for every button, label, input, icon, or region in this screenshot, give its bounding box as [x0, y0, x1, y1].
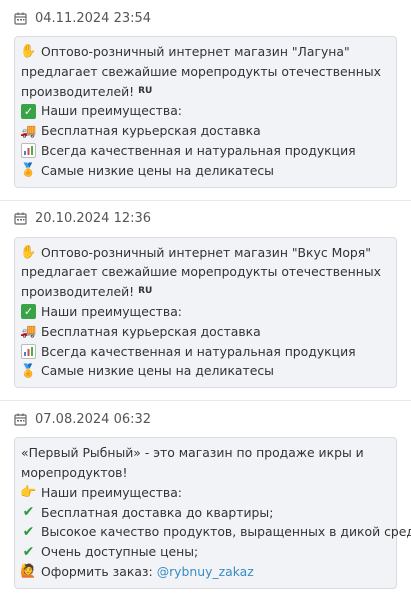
list-item: ✓ Наши преимущества: — [21, 101, 390, 121]
medal-icon: 🏅 — [20, 163, 37, 179]
list-item: 🙋 Оформить заказ: @rybnuy_zakaz — [20, 562, 390, 582]
list-item: Всегда качественная и натуральная продук… — [21, 342, 390, 362]
list-item: 🏅 Самые низкие цены на деликатесы — [20, 361, 390, 381]
waving-hand-icon: ✋ — [20, 44, 37, 60]
calendar-icon — [14, 212, 27, 225]
message-line: морепродуктов! — [21, 464, 128, 480]
post-header: 04.11.2024 23:54 — [14, 9, 397, 27]
check-mark-icon: ✔ — [22, 523, 35, 540]
check-mark-icon: ✔ — [22, 543, 35, 560]
post-header: 07.08.2024 06:32 — [14, 410, 397, 428]
list-item-text: Высокое качество продуктов, выращенных в… — [41, 524, 411, 540]
list-item-text: Всегда качественная и натуральная продук… — [41, 343, 356, 359]
message-text: Оптово-розничный интернет магазин "Вкус … — [41, 244, 371, 260]
delivery-truck-icon: 🚚 — [20, 123, 37, 139]
post-date: 20.10.2024 12:36 — [35, 211, 152, 227]
calendar-icon — [14, 413, 27, 426]
message-text: Оптово-розничный интернет магазин "Лагун… — [41, 44, 350, 59]
list-item: ✔ Высокое качество продуктов, выращенных… — [21, 522, 411, 542]
list-item: 🏅 Самые низкие цены на деликатесы — [20, 161, 390, 181]
calendar-icon — [14, 12, 27, 25]
message-line: предлагает свежайшие морепродукты отечес… — [21, 63, 381, 79]
bar-chart-icon — [21, 343, 36, 359]
check-mark-icon: ✔ — [22, 503, 35, 520]
ru-flag-icon: RU — [138, 286, 153, 297]
post: 20.10.2024 12:36 ✋ Оптово-розничный инте… — [0, 199, 411, 389]
post: 07.08.2024 06:32 «Первый Рыбный» - это м… — [0, 400, 411, 589]
message-line: предлагает свежайшие морепродукты отечес… — [21, 264, 381, 280]
ru-flag-icon: RU — [138, 85, 153, 96]
order-label: Оформить заказ: — [41, 563, 153, 579]
list-item-text: Всегда качественная и натуральная продук… — [41, 142, 356, 158]
post-date: 04.11.2024 23:54 — [35, 10, 152, 26]
pointing-hand-icon: 👉 — [20, 485, 37, 501]
list-item-text: Наши преимущества: — [41, 484, 182, 500]
message-line: ✋ Оптово-розничный интернет магазин "Вку… — [20, 243, 390, 263]
check-mark-button-icon: ✓ — [21, 103, 36, 119]
post-date: 07.08.2024 06:32 — [35, 411, 152, 427]
list-item: Всегда качественная и натуральная продук… — [21, 141, 390, 161]
check-mark-button-icon: ✓ — [21, 304, 36, 320]
list-item-text: Бесплатная курьерская доставка — [41, 323, 261, 339]
message-text: производителей! — [21, 284, 135, 300]
person-raising-hand-icon: 🙋 — [20, 564, 37, 580]
list-item-text: Очень доступные цены; — [41, 544, 199, 560]
message-line: производителей! RU — [21, 82, 390, 102]
bar-chart-icon — [21, 143, 36, 159]
message-line: ✋ Оптово-розничный интернет магазин "Лаг… — [20, 42, 390, 62]
medal-icon: 🏅 — [20, 363, 37, 379]
post-header: 20.10.2024 12:36 — [14, 210, 397, 228]
list-item: ✔ Бесплатная доставка до квартиры; — [21, 503, 390, 523]
list-item: 🚚 Бесплатная курьерская доставка — [20, 121, 390, 141]
order-link[interactable]: @rybnuy_zakaz — [157, 562, 254, 582]
message-line: «Первый Рыбный» - это магазин по продаже… — [21, 445, 364, 461]
list-item-text: Бесплатная курьерская доставка — [41, 123, 261, 139]
list-item-text: Самые низкие цены на деликатесы — [41, 162, 274, 178]
message-text: производителей! — [21, 83, 135, 99]
list-item: 🚚 Бесплатная курьерская доставка — [20, 322, 390, 342]
list-item-text: Самые низкие цены на деликатесы — [41, 363, 274, 379]
post: 04.11.2024 23:54 ✋ Оптово-розничный инте… — [0, 0, 411, 188]
waving-hand-icon: ✋ — [20, 244, 37, 260]
delivery-truck-icon: 🚚 — [20, 324, 37, 340]
list-item: ✔ Очень доступные цены; — [21, 542, 390, 562]
list-item: ✓ Наши преимущества: — [21, 302, 390, 322]
list-item-text: Наши преимущества: — [41, 103, 182, 119]
list-item-text: Наши преимущества: — [41, 303, 182, 319]
list-item: 👉 Наши преимущества: — [20, 483, 390, 503]
message-line: производителей! RU — [21, 282, 390, 302]
message-card: ✋ Оптово-розничный интернет магазин "Лаг… — [14, 36, 397, 188]
message-card: ✋ Оптово-розничный интернет магазин "Вку… — [14, 236, 397, 389]
list-item-text: Бесплатная доставка до квартиры; — [41, 504, 274, 520]
message-card: «Первый Рыбный» - это магазин по продаже… — [14, 437, 411, 589]
